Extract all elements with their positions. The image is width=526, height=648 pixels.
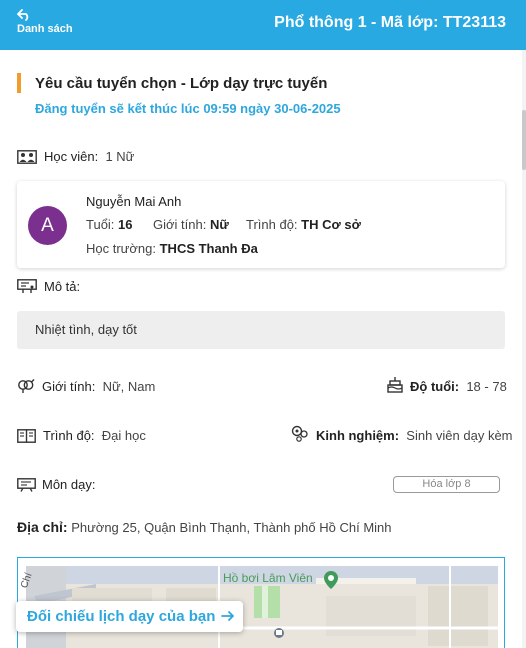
page-title: Phổ thông 1 - Mã lớp: TT23113 <box>274 14 506 31</box>
student-level: Trình độ: TH Cơ sở <box>246 217 361 232</box>
experience-icon <box>291 425 308 442</box>
gender-req: Giới tính: Nữ, Nam <box>42 379 155 394</box>
gender-req-label: Giới tính: <box>42 379 96 394</box>
scrollbar[interactable] <box>522 50 526 648</box>
experience-req: Kinh nghiệm: Sinh viên dạy kèm <box>316 428 513 443</box>
student-gender: Giới tính: Nữ <box>153 217 229 232</box>
subject-label: Môn dạy: <box>42 477 96 492</box>
student-age-label: Tuổi: <box>86 217 115 232</box>
age-req-value: 18 - 78 <box>466 379 507 394</box>
level-req-label: Trình độ: <box>43 428 95 443</box>
book-icon <box>17 429 36 443</box>
students-label: Học viên: <box>44 149 99 164</box>
address: Địa chỉ: Phường 25, Quận Bình Thạnh, Thà… <box>17 519 392 535</box>
student-school: Học trường: THCS Thanh Đa <box>86 241 258 256</box>
gender-req-value: Nữ, Nam <box>102 379 156 394</box>
student-gender-value: Nữ <box>209 217 229 232</box>
student-age: Tuổi: 16 <box>86 217 133 232</box>
level-req: Trình độ: Đại học <box>43 428 146 443</box>
map-poi-label: Hồ bơi Lâm Viên <box>223 571 313 585</box>
student-gender-label: Giới tính: <box>153 217 207 232</box>
description-icon <box>17 279 37 293</box>
gender-icon <box>18 379 35 393</box>
student-level-label: Trình độ: <box>246 217 298 232</box>
back-button[interactable]: Danh sách <box>17 9 87 41</box>
student-card[interactable]: A Nguyễn Mai Anh Tuổi: 16 Giới tính: Nữ … <box>17 181 505 268</box>
birthday-cake-icon <box>387 377 403 393</box>
level-req-value: Đại học <box>101 428 146 443</box>
student-age-value: 16 <box>118 217 133 232</box>
subject-icon <box>17 478 36 492</box>
request-title: Yêu cầu tuyển chọn - Lớp dạy trực tuyến <box>35 75 328 92</box>
student-level-value: TH Cơ sở <box>301 217 361 232</box>
address-label: Địa chỉ: <box>17 519 68 535</box>
students-value: 1 Nữ <box>105 149 135 164</box>
student-school-value: THCS Thanh Đa <box>159 241 258 256</box>
age-req: Độ tuổi: 18 - 78 <box>410 379 507 394</box>
student-name: Nguyễn Mai Anh <box>86 194 182 209</box>
request-deadline: Đăng tuyển sẽ kết thúc lúc 09:59 ngày 30… <box>35 101 341 116</box>
students-icon <box>17 150 37 164</box>
description-text: Nhiệt tình, dạy tốt <box>35 322 137 337</box>
compare-schedule-label: Đối chiếu lịch dạy của bạn <box>27 608 216 625</box>
description-box: Nhiệt tình, dạy tốt <box>17 311 505 349</box>
scrollbar-thumb[interactable] <box>522 110 526 170</box>
app-header: Danh sách Phổ thông 1 - Mã lớp: TT23113 <box>0 0 526 50</box>
student-school-label: Học trường: <box>86 241 156 256</box>
arrow-right-icon <box>221 611 234 621</box>
experience-req-value: Sinh viên dạy kèm <box>406 428 513 443</box>
age-req-label: Độ tuổi: <box>410 379 460 394</box>
subject-tag: Hóa lớp 8 <box>393 476 500 493</box>
compare-schedule-button[interactable]: Đối chiếu lịch dạy của bạn <box>16 601 243 632</box>
description-label: Mô tả: <box>44 279 81 294</box>
back-label: Danh sách <box>17 23 73 35</box>
location-pin-icon <box>324 571 338 589</box>
avatar: A <box>28 206 67 245</box>
address-value: Phường 25, Quận Bình Thạnh, Thành phố Hồ… <box>71 520 392 535</box>
students-row: Học viên: 1 Nữ <box>44 149 134 164</box>
back-arrow-icon <box>17 9 29 21</box>
section-accent-bar <box>17 73 21 93</box>
experience-req-label: Kinh nghiệm: <box>316 428 400 443</box>
